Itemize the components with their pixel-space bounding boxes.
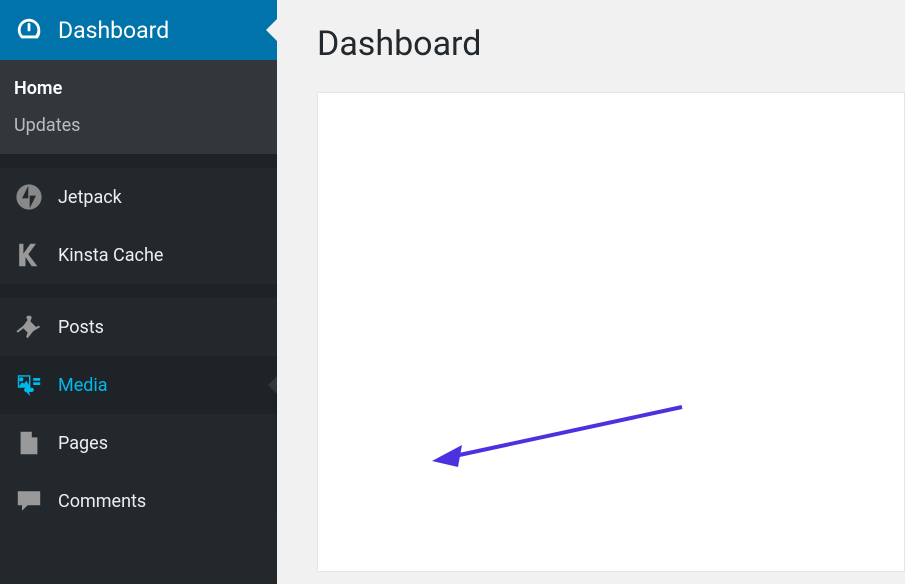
menu-divider bbox=[0, 284, 277, 298]
dashboard-submenu: Home Updates bbox=[0, 60, 277, 154]
sidebar-item-label: Comments bbox=[58, 491, 146, 512]
dashboard-icon bbox=[14, 15, 44, 45]
kinsta-icon bbox=[14, 240, 44, 270]
content-panel bbox=[317, 92, 905, 572]
sidebar-item-comments[interactable]: Comments bbox=[0, 472, 277, 530]
submenu-item-updates[interactable]: Updates bbox=[0, 107, 277, 144]
menu-divider bbox=[0, 154, 277, 168]
page-title: Dashboard bbox=[277, 0, 905, 92]
sidebar-item-pages[interactable]: Pages bbox=[0, 414, 277, 472]
sidebar-item-kinsta[interactable]: Kinsta Cache bbox=[0, 226, 277, 284]
sidebar-item-dashboard[interactable]: Dashboard bbox=[0, 0, 277, 60]
sidebar-item-label: Pages bbox=[58, 433, 108, 454]
sidebar-item-label: Dashboard bbox=[58, 17, 169, 44]
jetpack-icon bbox=[14, 182, 44, 212]
sidebar-item-label: Kinsta Cache bbox=[58, 245, 163, 266]
sidebar-item-posts[interactable]: Posts bbox=[0, 298, 277, 356]
sidebar-item-label: Media bbox=[58, 375, 108, 396]
pin-icon bbox=[14, 312, 44, 342]
pages-icon bbox=[14, 428, 44, 458]
sidebar-item-jetpack[interactable]: Jetpack bbox=[0, 168, 277, 226]
main-content: Dashboard bbox=[277, 0, 905, 584]
submenu-item-home[interactable]: Home bbox=[0, 70, 277, 107]
sidebar-item-label: Jetpack bbox=[58, 187, 122, 208]
sidebar-item-label: Posts bbox=[58, 317, 104, 338]
admin-sidebar: Dashboard Home Updates Jetpack Kinsta Ca… bbox=[0, 0, 277, 584]
sidebar-item-media[interactable]: Media bbox=[0, 356, 277, 414]
comments-icon bbox=[14, 486, 44, 516]
media-icon bbox=[14, 370, 44, 400]
